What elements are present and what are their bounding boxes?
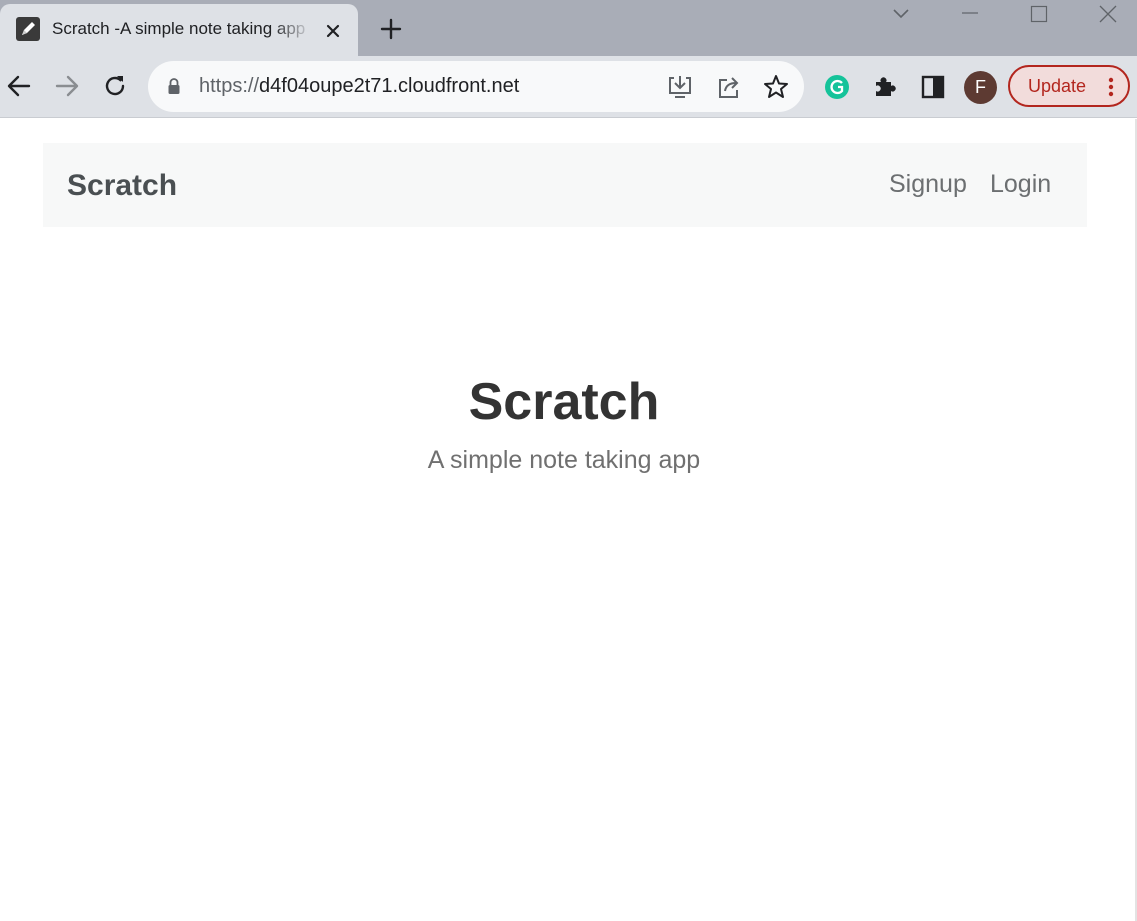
url-protocol: https://: [199, 75, 260, 97]
brand-link[interactable]: Scratch: [67, 169, 177, 203]
more-menu-icon[interactable]: [1108, 77, 1114, 97]
url-text: https://d4f04oupe2t71.cloudfront.net: [199, 75, 519, 98]
tab-search-icon[interactable]: [878, 0, 924, 28]
side-panel-icon[interactable]: [919, 73, 947, 101]
back-arrow-icon[interactable]: [5, 72, 33, 100]
close-window-icon[interactable]: [1085, 0, 1131, 28]
browser-toolbar: https://d4f04oupe2t71.cloudfront.net F U…: [0, 56, 1137, 118]
minimize-icon[interactable]: [947, 0, 993, 28]
site-navbar: Scratch Signup Login: [43, 143, 1087, 227]
pencil-icon: [16, 17, 40, 41]
grammarly-extension-icon[interactable]: [823, 73, 851, 101]
reload-icon[interactable]: [101, 72, 129, 100]
maximize-icon[interactable]: [1016, 0, 1062, 28]
hero-title: Scratch: [468, 373, 660, 431]
bookmark-star-icon[interactable]: [762, 73, 790, 101]
nav-link-login[interactable]: Login: [990, 170, 1051, 199]
install-app-icon[interactable]: [666, 73, 694, 101]
tab-title: Scratch -A simple note taking app: [52, 19, 306, 38]
nav-link-signup[interactable]: Signup: [889, 170, 967, 199]
share-icon[interactable]: [715, 73, 743, 101]
hero-subtitle: A simple note taking app: [427, 446, 701, 474]
lock-icon[interactable]: [166, 77, 182, 95]
update-label: Update: [1028, 76, 1087, 96]
browser-tab-strip: Scratch -A simple note taking app: [0, 0, 1137, 56]
update-button[interactable]: Update: [1008, 65, 1130, 107]
browser-tab[interactable]: Scratch -A simple note taking app: [0, 4, 358, 56]
url-host: d4f04oupe2t71.cloudfront.net: [259, 75, 520, 97]
forward-arrow-icon[interactable]: [53, 72, 81, 100]
new-tab-icon[interactable]: [378, 16, 404, 42]
address-bar[interactable]: https://d4f04oupe2t71.cloudfront.net: [148, 61, 804, 112]
extensions-puzzle-icon[interactable]: [871, 73, 899, 101]
close-tab-icon[interactable]: [322, 20, 344, 42]
profile-avatar[interactable]: F: [964, 71, 997, 104]
